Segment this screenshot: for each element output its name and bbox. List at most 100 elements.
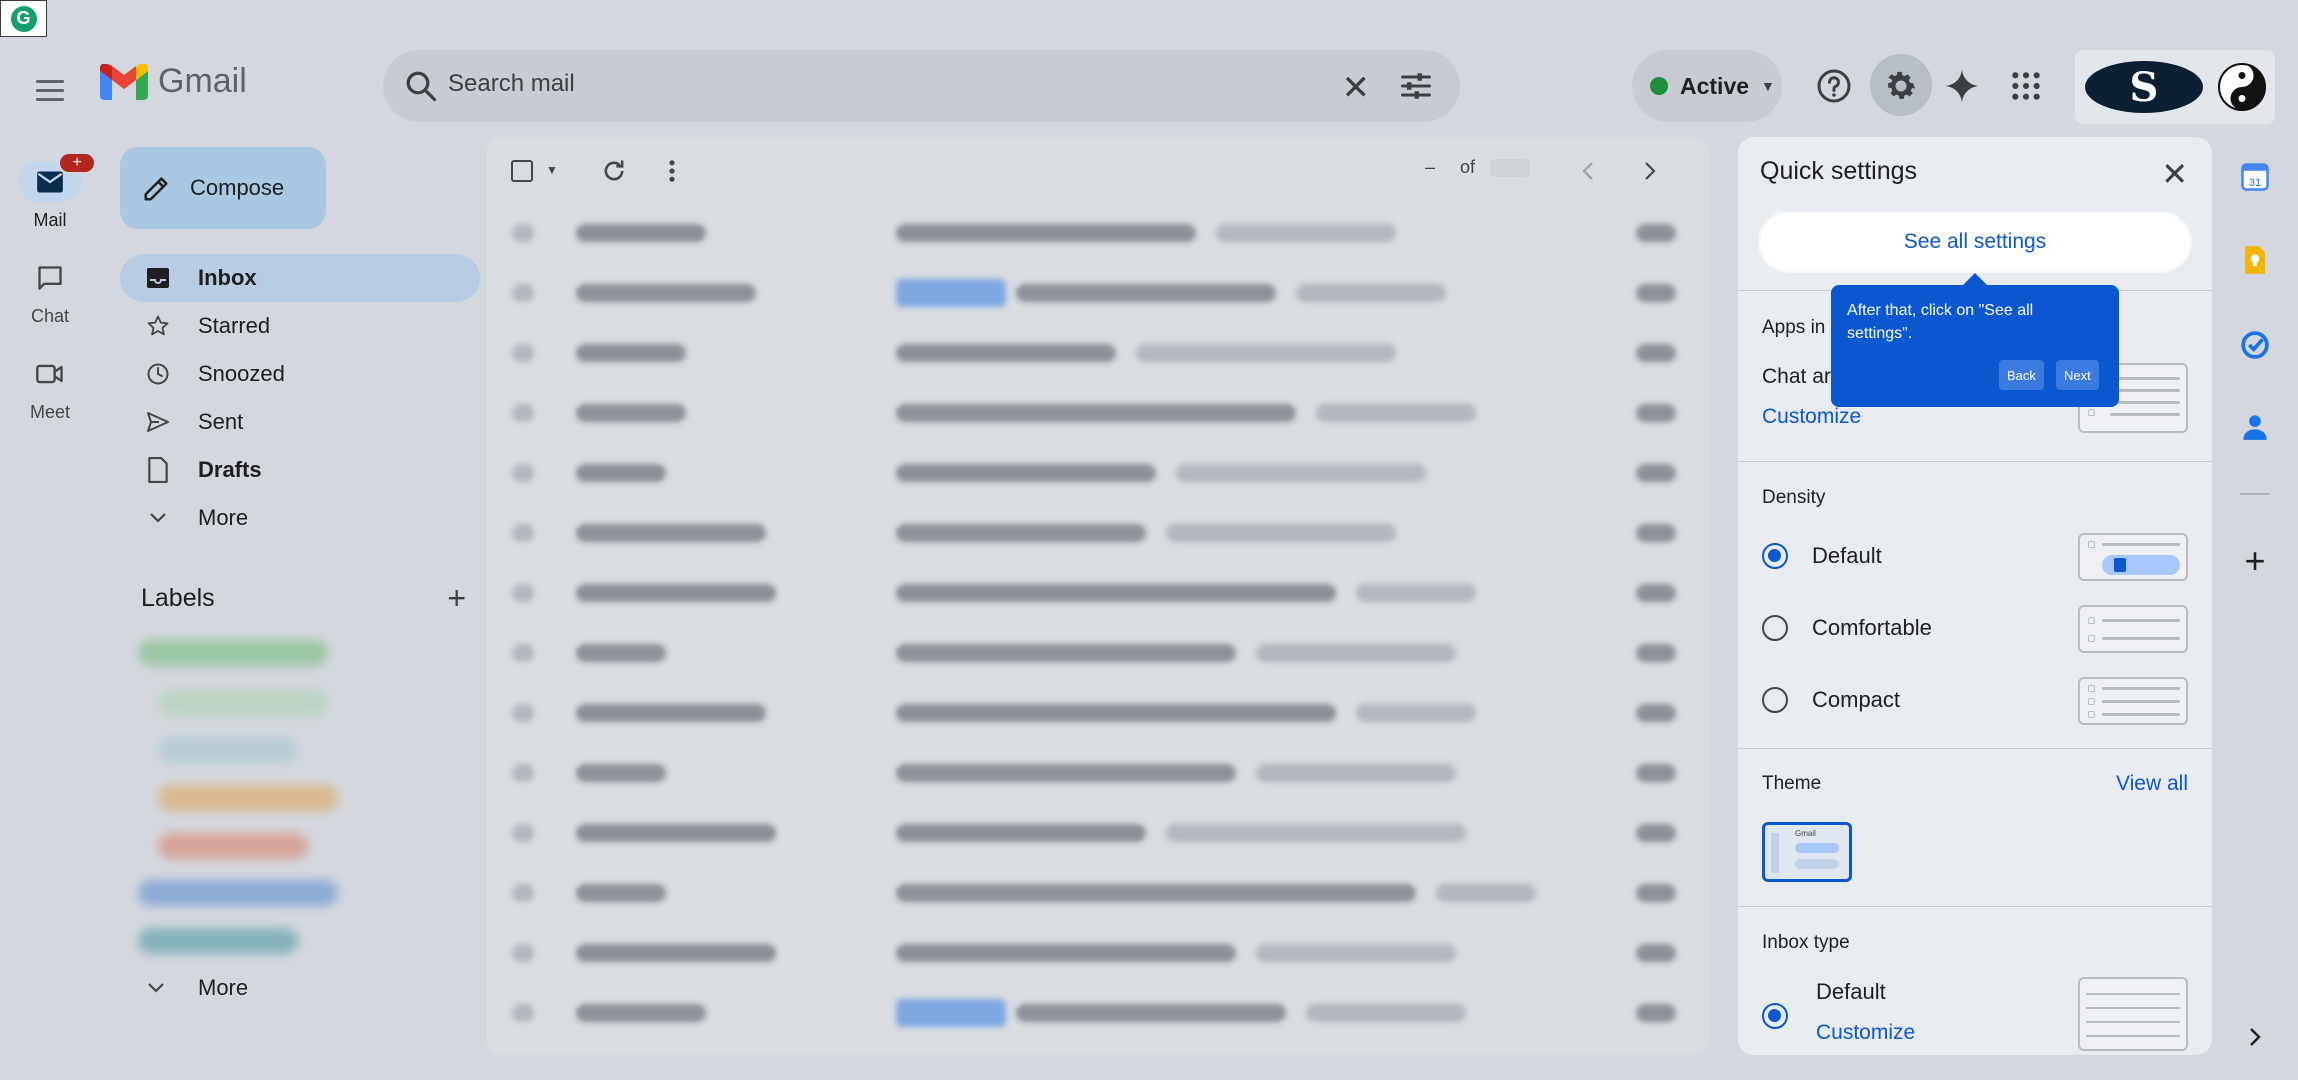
select-all-checkbox[interactable] (510, 159, 534, 183)
table-row[interactable] (486, 802, 1710, 862)
theme-default-thumbnail[interactable]: Gmail (1762, 822, 1852, 882)
more-vert-icon[interactable] (664, 157, 680, 185)
density-title: Density (1762, 487, 1826, 508)
refresh-icon[interactable] (600, 157, 628, 185)
search-options-icon[interactable] (1398, 68, 1434, 104)
blurred-text (576, 224, 706, 242)
table-row[interactable] (486, 322, 1710, 382)
table-row[interactable] (486, 562, 1710, 622)
table-row[interactable] (486, 202, 1710, 262)
chevron-right-icon[interactable] (1638, 159, 1660, 183)
table-row[interactable] (486, 862, 1710, 922)
blurred-text (1636, 404, 1676, 422)
pencil-icon (144, 177, 168, 201)
search-icon[interactable] (403, 68, 439, 104)
google-apps-button[interactable] (2002, 62, 2050, 110)
tooltip-back-button[interactable]: Back (1999, 360, 2044, 390)
sparkle-icon (1945, 69, 1979, 103)
compose-button[interactable]: Compose (120, 147, 326, 229)
blurred-text (896, 344, 1116, 362)
rail-meet[interactable]: Meet (0, 354, 100, 423)
main-menu-button[interactable] (30, 70, 70, 110)
account-org-logo: S (2085, 61, 2203, 113)
radio-selected-icon[interactable] (1762, 543, 1788, 569)
blurred-text (896, 884, 1416, 902)
keep-app-button[interactable] (2230, 235, 2280, 285)
select-menu-icon[interactable]: ▼ (546, 163, 558, 177)
table-row[interactable] (486, 922, 1710, 982)
density-comfortable-option[interactable]: Comfortable (1762, 615, 1932, 641)
radio-unselected-icon[interactable] (1762, 687, 1788, 713)
contacts-app-button[interactable] (2230, 402, 2280, 452)
blurred-text (576, 824, 776, 842)
theme-view-all-link[interactable]: View all (2116, 772, 2188, 796)
rail-chat[interactable]: Chat (0, 258, 100, 327)
table-row[interactable] (486, 262, 1710, 322)
grammarly-extension-icon[interactable]: G (0, 0, 47, 37)
blurred-text (512, 464, 534, 482)
chevron-down-icon (150, 513, 166, 523)
table-row[interactable] (486, 742, 1710, 802)
account-switcher[interactable]: S (2075, 50, 2275, 124)
density-compact-option[interactable]: Compact (1762, 687, 1900, 713)
density-default-option[interactable]: Default (1762, 543, 1882, 569)
rail-mail[interactable]: + Mail (0, 152, 100, 231)
blurred-text (1636, 224, 1676, 242)
blurred-text (576, 584, 776, 602)
app-name: Gmail (158, 62, 247, 100)
apps-customize-link[interactable]: Customize (1762, 405, 1861, 429)
radio-selected-icon[interactable] (1762, 1003, 1788, 1029)
label-item[interactable] (158, 785, 338, 811)
table-row[interactable] (486, 982, 1710, 1042)
inbox-customize-link[interactable]: Customize (1816, 1021, 1915, 1045)
gmail-logo[interactable]: Gmail (100, 62, 247, 101)
blurred-text (1636, 344, 1676, 362)
sidebar-item-inbox[interactable]: Inbox (120, 254, 480, 302)
add-label-icon[interactable]: + (447, 580, 466, 617)
calendar-app-button[interactable]: 31 (2230, 152, 2280, 202)
sidebar-item-more[interactable]: More (120, 494, 480, 542)
label-item[interactable] (158, 833, 308, 859)
labels-more[interactable]: More (146, 975, 248, 1001)
tasks-app-button[interactable] (2230, 320, 2280, 370)
tooltip-next-button[interactable]: Next (2056, 360, 2099, 390)
blurred-text (1356, 584, 1476, 602)
sidebar-item-drafts[interactable]: Drafts (120, 446, 480, 494)
blurred-text (1636, 284, 1676, 302)
table-row[interactable] (486, 622, 1710, 682)
chevron-left-icon[interactable] (1578, 159, 1600, 183)
table-row[interactable] (486, 442, 1710, 502)
yin-yang-avatar-icon[interactable] (2217, 62, 2267, 112)
blurred-text (1436, 884, 1536, 902)
mail-toolbar: ▼ – of (486, 137, 1710, 202)
sidebar-item-sent[interactable]: Sent (120, 398, 480, 446)
chat-meet-row-label: Chat ar (1762, 365, 1831, 388)
close-icon[interactable]: ✕ (2161, 155, 2188, 193)
chevron-down-icon (148, 983, 164, 993)
sidebar-item-starred[interactable]: Starred (120, 302, 480, 350)
density-comfortable-preview (2078, 605, 2188, 653)
label-item[interactable] (158, 690, 328, 716)
search-bar[interactable]: Search mail ✕ (383, 50, 1460, 122)
density-option-label: Compact (1812, 687, 1901, 712)
gemini-button[interactable] (1938, 62, 1986, 110)
status-selector[interactable]: Active ▼ (1632, 50, 1782, 122)
sidebar-item-snoozed[interactable]: Snoozed (120, 350, 480, 398)
show-side-panel-button[interactable] (2230, 1012, 2280, 1062)
table-row[interactable] (486, 382, 1710, 442)
label-item[interactable] (158, 737, 298, 763)
table-row[interactable] (486, 502, 1710, 562)
table-row[interactable] (486, 682, 1710, 742)
label-item[interactable] (138, 880, 338, 906)
add-app-icon[interactable]: + (2230, 536, 2280, 586)
label-item[interactable] (138, 928, 298, 954)
search-input[interactable]: Search mail (448, 70, 575, 98)
blurred-text (576, 464, 666, 482)
see-all-settings-button[interactable]: See all settings (1760, 213, 2190, 271)
settings-button[interactable] (1877, 62, 1925, 110)
help-button[interactable] (1810, 62, 1858, 110)
label-item[interactable] (138, 640, 328, 666)
compose-label: Compose (190, 175, 285, 200)
clear-search-icon[interactable]: ✕ (1342, 68, 1371, 108)
radio-unselected-icon[interactable] (1762, 615, 1788, 641)
